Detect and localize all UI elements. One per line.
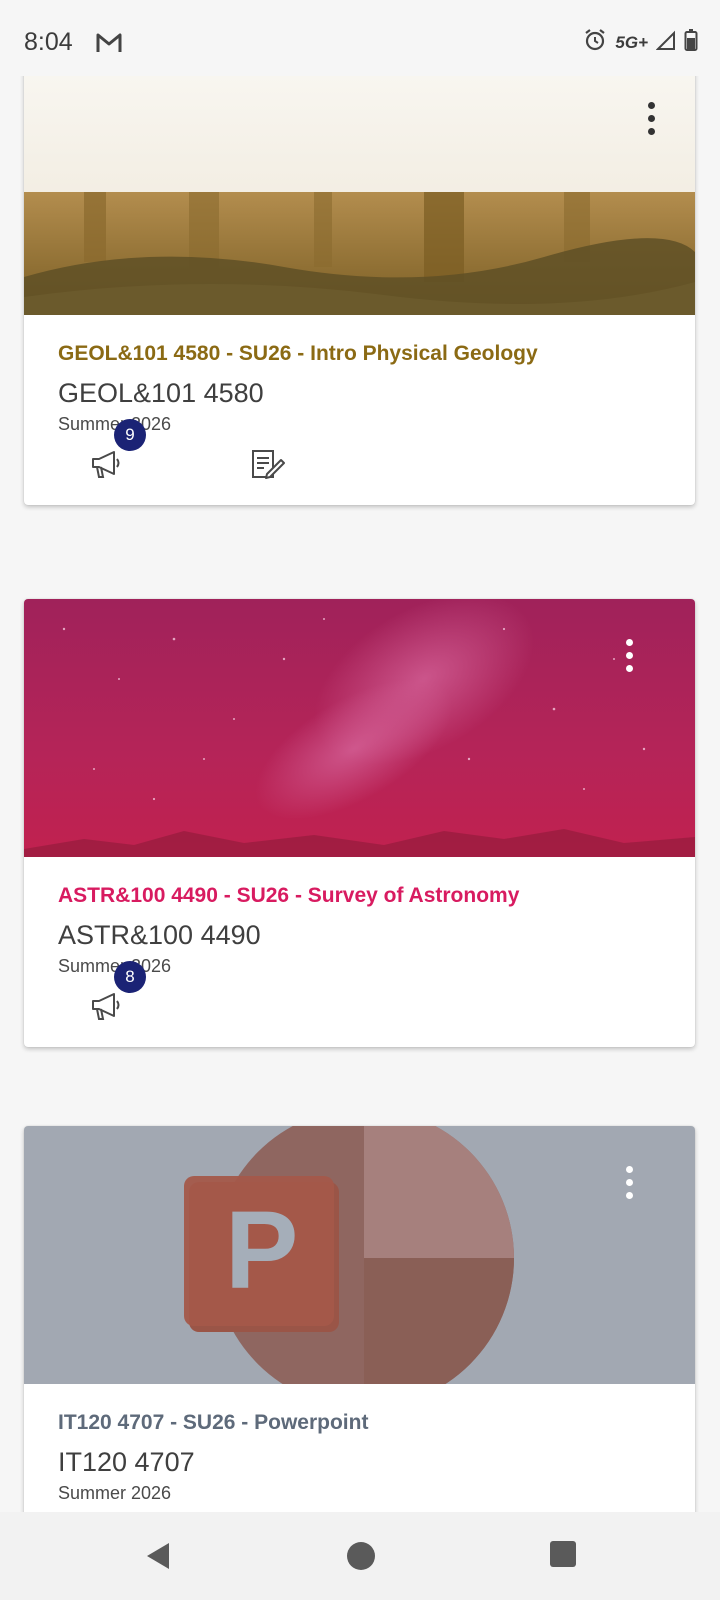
course-options-button[interactable] bbox=[617, 633, 641, 677]
course-list[interactable]: GEOL&101 4580 - SU26 - Intro Physical Ge… bbox=[0, 76, 720, 1512]
powerpoint-logo-letter: P bbox=[225, 1189, 299, 1312]
status-bar: 8:04 5G+ bbox=[0, 0, 720, 76]
course-term: Summer 2026 bbox=[58, 956, 172, 976]
course-image bbox=[24, 599, 695, 857]
gmail-icon bbox=[96, 32, 122, 59]
course-code: IT120 4707 bbox=[58, 1447, 195, 1477]
course-card-astronomy[interactable]: ASTR&100 4490 - SU26 - Survey of Astrono… bbox=[24, 599, 695, 1047]
course-image bbox=[24, 76, 695, 315]
signal-icon bbox=[655, 29, 676, 56]
announcement-badge: 8 bbox=[114, 961, 146, 993]
announcements-icon[interactable] bbox=[90, 449, 122, 484]
course-term: Summer 2026 bbox=[58, 414, 172, 434]
home-icon[interactable] bbox=[345, 1540, 377, 1577]
course-actions: 8 bbox=[58, 961, 661, 1047]
course-options-button[interactable] bbox=[639, 96, 663, 140]
course-info: ASTR&100 4490 - SU26 - Survey of Astrono… bbox=[24, 883, 695, 1047]
announcements-icon[interactable] bbox=[90, 991, 122, 1026]
course-actions bbox=[58, 1504, 661, 1512]
course-card-geology[interactable]: GEOL&101 4580 - SU26 - Intro Physical Ge… bbox=[24, 76, 695, 505]
course-actions: 9 bbox=[58, 419, 661, 505]
assignments-icon[interactable] bbox=[251, 449, 285, 486]
course-title[interactable]: ASTR&100 4490 - SU26 - Survey of Astrono… bbox=[58, 883, 661, 909]
network-label: 5G+ bbox=[615, 32, 648, 52]
course-info: GEOL&101 4580 - SU26 - Intro Physical Ge… bbox=[24, 341, 695, 505]
battery-icon bbox=[684, 28, 698, 57]
course-info: IT120 4707 - SU26 - Powerpoint IT120 470… bbox=[24, 1410, 695, 1512]
status-icons: 5G+ bbox=[583, 28, 698, 57]
course-title[interactable]: GEOL&101 4580 - SU26 - Intro Physical Ge… bbox=[58, 341, 661, 367]
course-card-powerpoint[interactable]: P IT120 4707 - SU26 - Powerpoint IT120 4… bbox=[24, 1126, 695, 1512]
announcement-badge: 9 bbox=[114, 419, 146, 451]
status-time: 8:04 bbox=[24, 28, 73, 56]
course-image: P bbox=[24, 1126, 695, 1384]
course-code: ASTR&100 4490 bbox=[58, 920, 261, 950]
course-title[interactable]: IT120 4707 - SU26 - Powerpoint bbox=[58, 1410, 661, 1436]
back-icon[interactable] bbox=[143, 1540, 175, 1577]
course-term: Summer 2026 bbox=[58, 1483, 172, 1503]
course-code: GEOL&101 4580 bbox=[58, 378, 264, 408]
course-options-button[interactable] bbox=[617, 1160, 641, 1204]
alarm-icon bbox=[583, 28, 607, 57]
navigation-bar bbox=[0, 1512, 720, 1600]
recents-icon[interactable] bbox=[549, 1540, 577, 1573]
